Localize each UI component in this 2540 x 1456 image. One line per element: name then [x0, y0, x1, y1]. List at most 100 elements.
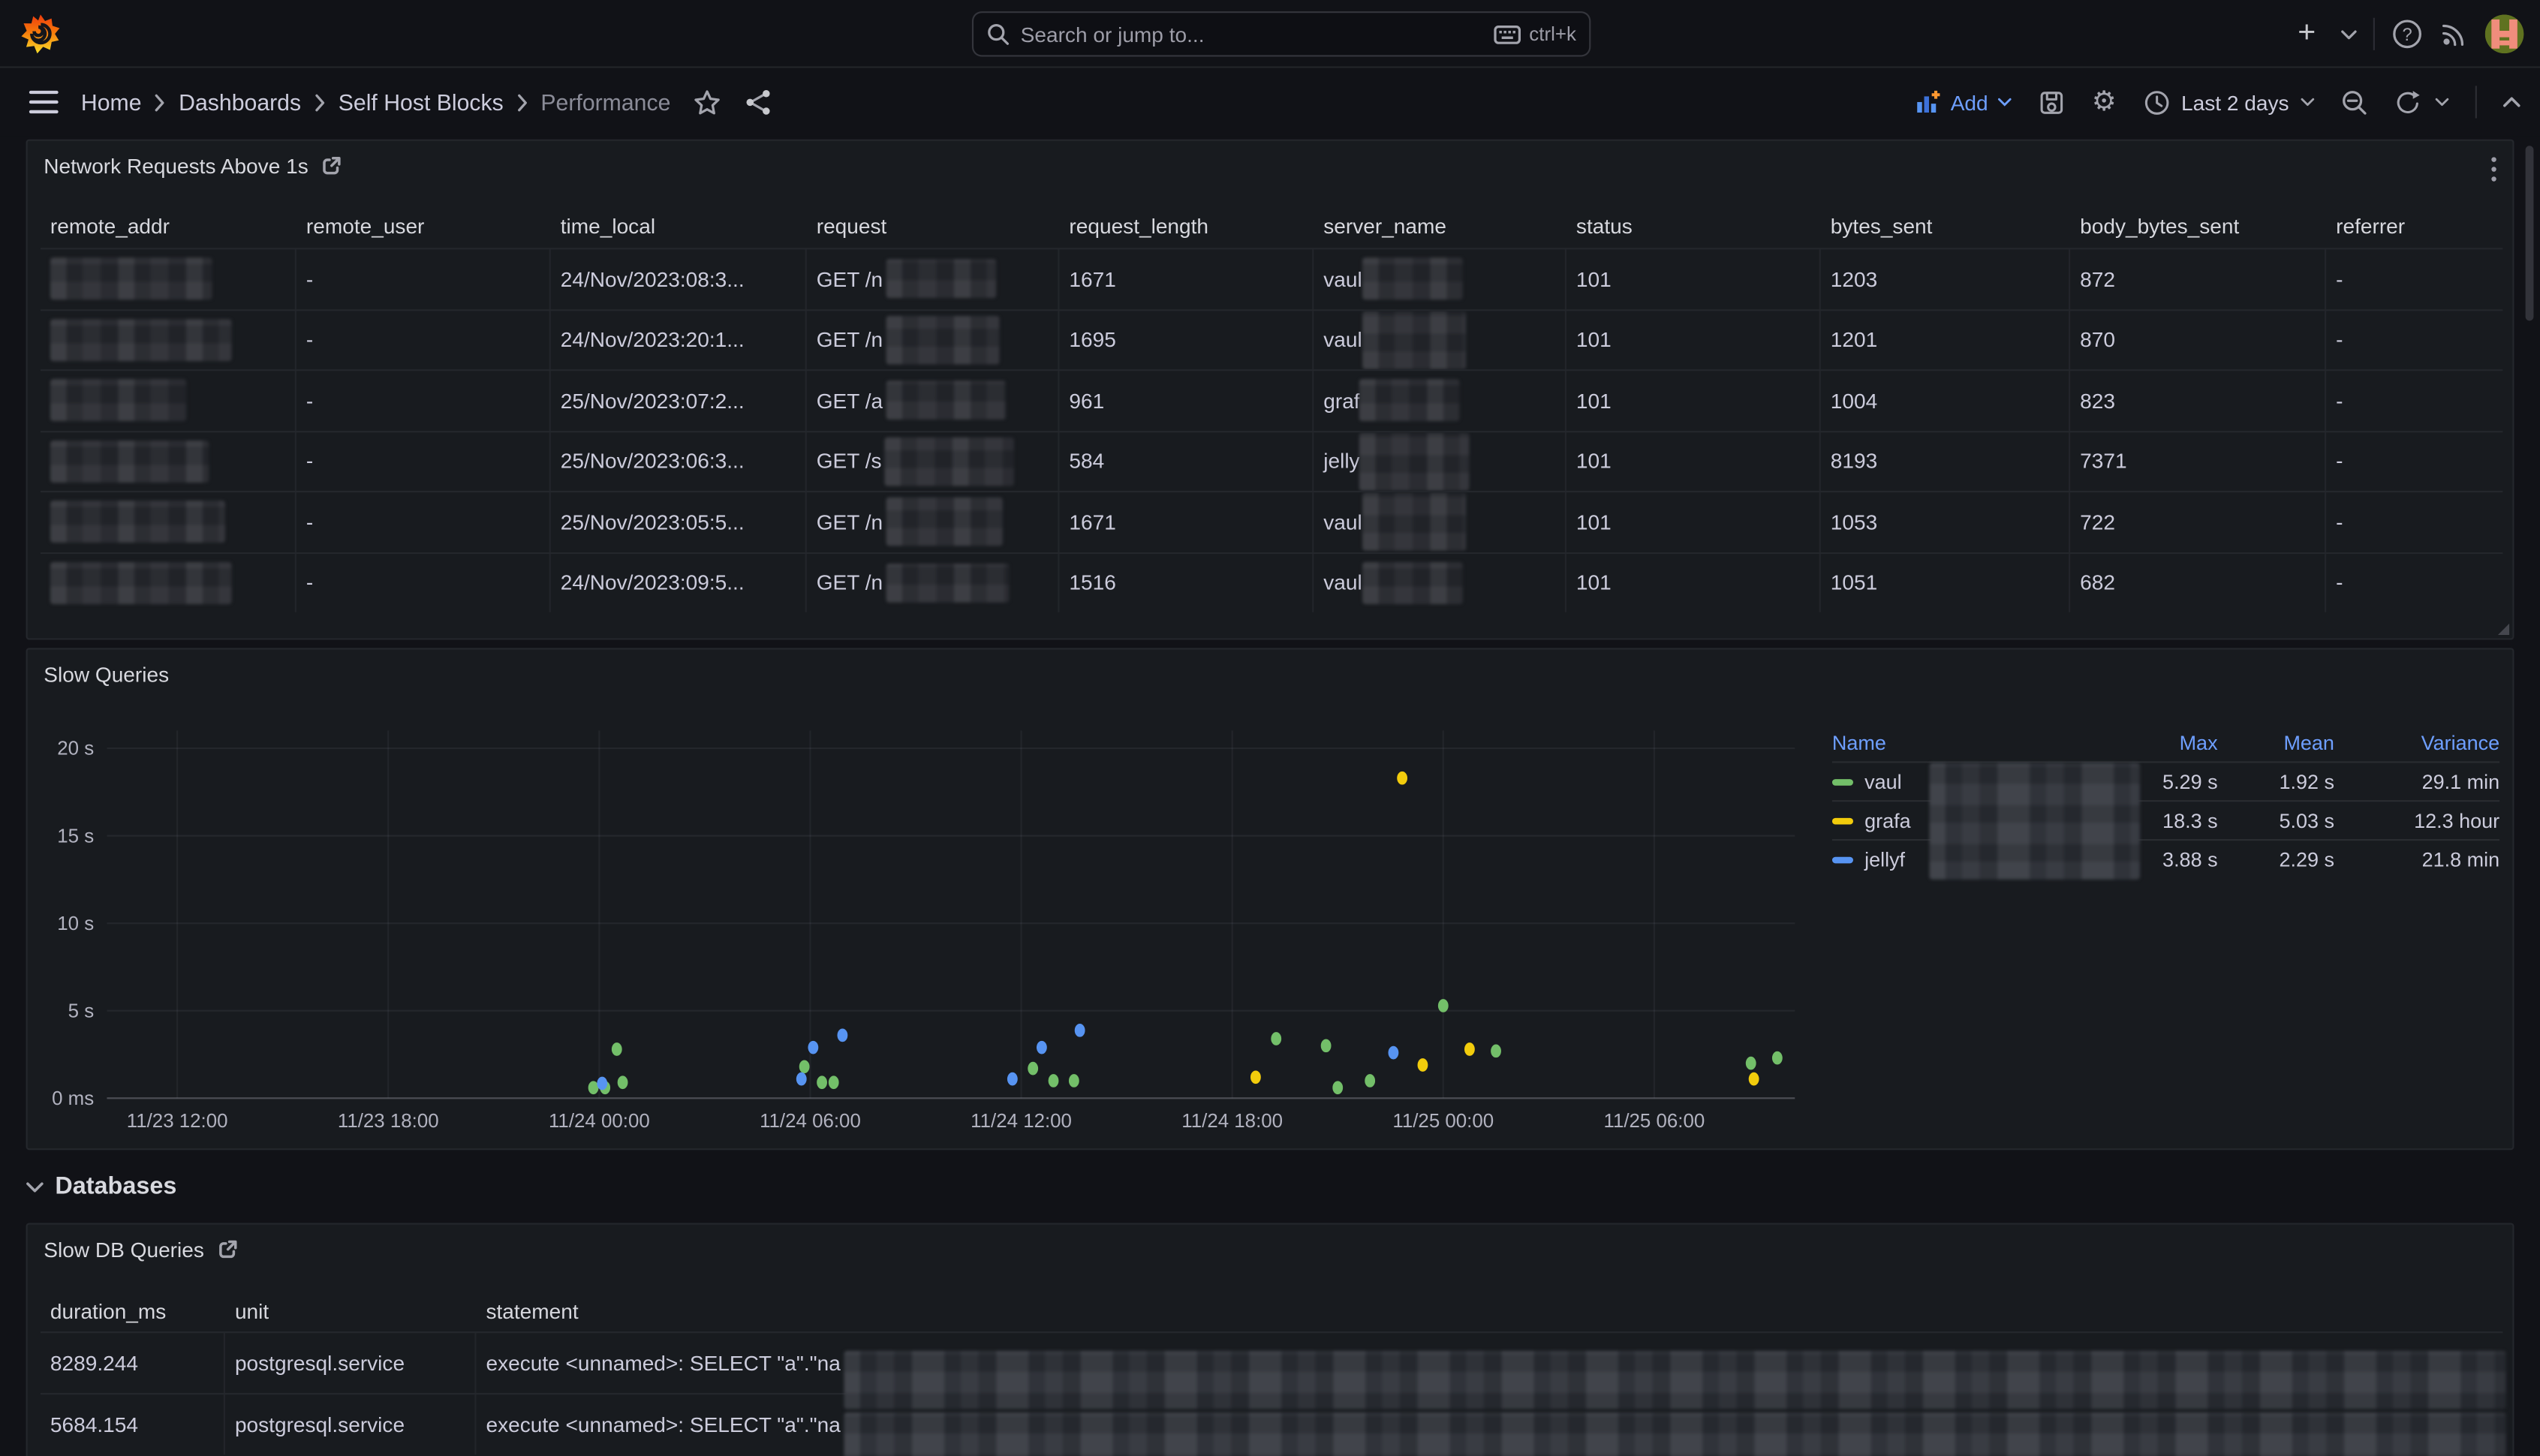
cell-time-local: 24/Nov/2023:09:5...	[551, 553, 807, 612]
share-icon[interactable]	[744, 88, 773, 117]
legend-header-variance[interactable]: Variance	[2334, 731, 2499, 754]
x-axis-tick-label: 11/23 18:00	[338, 1111, 439, 1132]
column-header-unit[interactable]: unit	[225, 1289, 477, 1331]
cell-remote-user: -	[296, 492, 551, 552]
legend-header-name[interactable]: Name	[1832, 731, 2105, 754]
server-name-text: vaul	[1323, 267, 1362, 291]
save-dashboard-icon[interactable]	[2039, 80, 2066, 125]
cell-remote-addr	[41, 553, 296, 612]
chevron-right-icon	[155, 93, 166, 111]
legend-header-row: NameMaxMeanVariance	[1832, 724, 2499, 763]
legend-header-mean[interactable]: Mean	[2218, 731, 2334, 754]
column-header-request[interactable]: request	[807, 203, 1060, 248]
column-header-bytes_sent[interactable]: bytes_sent	[1821, 203, 2070, 248]
keyboard-icon	[1494, 23, 1521, 44]
grafana-logo[interactable]	[20, 13, 62, 55]
cell-request: GET /a	[807, 371, 1060, 430]
table-row: -25/Nov/2023:07:2...GET /a961graf1011004…	[41, 369, 2502, 430]
legend-variance-value: 12.3 hour	[2334, 809, 2499, 832]
column-header-request_length[interactable]: request_length	[1059, 203, 1314, 248]
cell-remote-user: -	[296, 249, 551, 308]
breadcrumb-folder[interactable]: Self Host Blocks	[339, 89, 504, 116]
panel-network-requests: Network Requests Above 1s remote_addrrem…	[26, 140, 2514, 640]
scatter-point	[1049, 1074, 1059, 1087]
scatter-point	[817, 1075, 827, 1089]
request-text: GET /n	[817, 267, 883, 291]
x-axis-tick-label: 11/23 12:00	[127, 1111, 228, 1132]
breadcrumb: Home Dashboards Self Host Blocks Perform…	[81, 89, 670, 116]
cell-status: 101	[1566, 492, 1821, 552]
collapse-toolbar-chevron-icon[interactable]	[2502, 80, 2520, 125]
legend-header-max[interactable]: Max	[2105, 731, 2218, 754]
help-icon[interactable]: ?	[2391, 11, 2424, 56]
new-chevron-down-icon[interactable]	[2341, 11, 2358, 56]
y-axis-tick-label: 10 s	[57, 913, 94, 934]
server-name-text: vaul	[1323, 570, 1362, 594]
row-toggle-databases[interactable]: Databases	[26, 1173, 177, 1201]
panel-resize-handle[interactable]	[2498, 624, 2509, 635]
cell-request-length: 1671	[1059, 249, 1314, 308]
mega-menu-icon[interactable]	[29, 91, 59, 113]
search-shortcut: ctrl+k	[1494, 23, 1576, 45]
panel-title-text: Network Requests Above 1s	[44, 154, 308, 178]
news-rss-icon[interactable]	[2439, 11, 2469, 56]
cell-remote-addr	[41, 249, 296, 308]
refresh-icon[interactable]	[2394, 80, 2422, 125]
cell-referrer: -	[2326, 371, 2502, 430]
table-row: -24/Nov/2023:08:3...GET /n1671vaul101120…	[41, 248, 2502, 308]
external-link-icon[interactable]	[321, 155, 342, 176]
svg-text:?: ?	[2402, 26, 2412, 45]
chevron-right-icon	[314, 93, 325, 111]
cell-remote-user: -	[296, 310, 551, 369]
column-header-remote_addr[interactable]: remote_addr	[41, 203, 296, 248]
favorite-star-icon[interactable]	[694, 89, 721, 116]
column-header-remote_user[interactable]: remote_user	[296, 203, 551, 248]
redacted-text	[50, 440, 209, 482]
redacted-text	[1360, 432, 1470, 491]
page-scrollbar-thumb[interactable]	[2526, 146, 2534, 320]
scatter-point	[612, 1042, 622, 1056]
external-link-icon[interactable]	[217, 1239, 238, 1260]
cell-bytes-sent: 1004	[1821, 371, 2070, 430]
column-header-body_bytes_sent[interactable]: body_bytes_sent	[2070, 203, 2326, 248]
column-header-time_local[interactable]: time_local	[551, 203, 807, 248]
cell-request: GET /n	[807, 310, 1060, 369]
redacted-text	[50, 380, 186, 422]
scatter-point	[597, 1077, 607, 1090]
breadcrumb-dashboards[interactable]: Dashboards	[179, 89, 301, 116]
scatter-point	[1749, 1072, 1759, 1086]
cell-duration-ms: 8289.244	[41, 1333, 225, 1393]
add-panel-button[interactable]: Add	[1915, 89, 2012, 116]
y-axis-tick-label: 0 ms	[52, 1088, 94, 1109]
redacted-text	[1362, 493, 1466, 552]
user-avatar[interactable]	[2485, 14, 2524, 53]
column-header-statement[interactable]: statement	[477, 1289, 2503, 1331]
column-header-referrer[interactable]: referrer	[2326, 203, 2502, 248]
column-header-status[interactable]: status	[1566, 203, 1821, 248]
zoom-out-icon[interactable]	[2341, 80, 2369, 125]
panel-menu-kebab-icon[interactable]	[2488, 154, 2499, 185]
cell-server-name: vaul	[1314, 310, 1566, 369]
cell-server-name: graf	[1314, 371, 1566, 430]
panel-slow-queries: Slow Queries 11/23 12:0011/23 18:0011/24…	[26, 648, 2514, 1150]
cell-referrer: -	[2326, 492, 2502, 552]
cell-request-length: 1516	[1059, 553, 1314, 612]
scatter-point	[1772, 1051, 1783, 1065]
search-icon	[986, 23, 1009, 45]
column-header-server_name[interactable]: server_name	[1314, 203, 1566, 248]
redacted-text	[1362, 258, 1463, 300]
new-button[interactable]: +	[2289, 11, 2325, 56]
series-color-swatch	[1832, 857, 1853, 864]
dashboard-settings-gear-icon[interactable]: ⚙	[2092, 80, 2117, 125]
table-row: -24/Nov/2023:09:5...GET /n1516vaul101105…	[41, 552, 2502, 612]
refresh-interval-chevron-icon[interactable]	[2435, 97, 2449, 107]
search-input[interactable]: Search or jump to... ctrl+k	[972, 11, 1591, 56]
grafana-app: Search or jump to... ctrl+k + ?	[0, 0, 2540, 1456]
column-header-duration_ms[interactable]: duration_ms	[41, 1289, 225, 1331]
panel-slow-db-title[interactable]: Slow DB Queries	[44, 1238, 238, 1262]
scatter-point	[1388, 1046, 1398, 1060]
panel-slow-queries-title[interactable]: Slow Queries	[44, 663, 169, 687]
panel-network-title[interactable]: Network Requests Above 1s	[44, 154, 342, 178]
time-range-picker[interactable]: Last 2 days	[2142, 89, 2315, 116]
breadcrumb-home[interactable]: Home	[81, 89, 142, 116]
